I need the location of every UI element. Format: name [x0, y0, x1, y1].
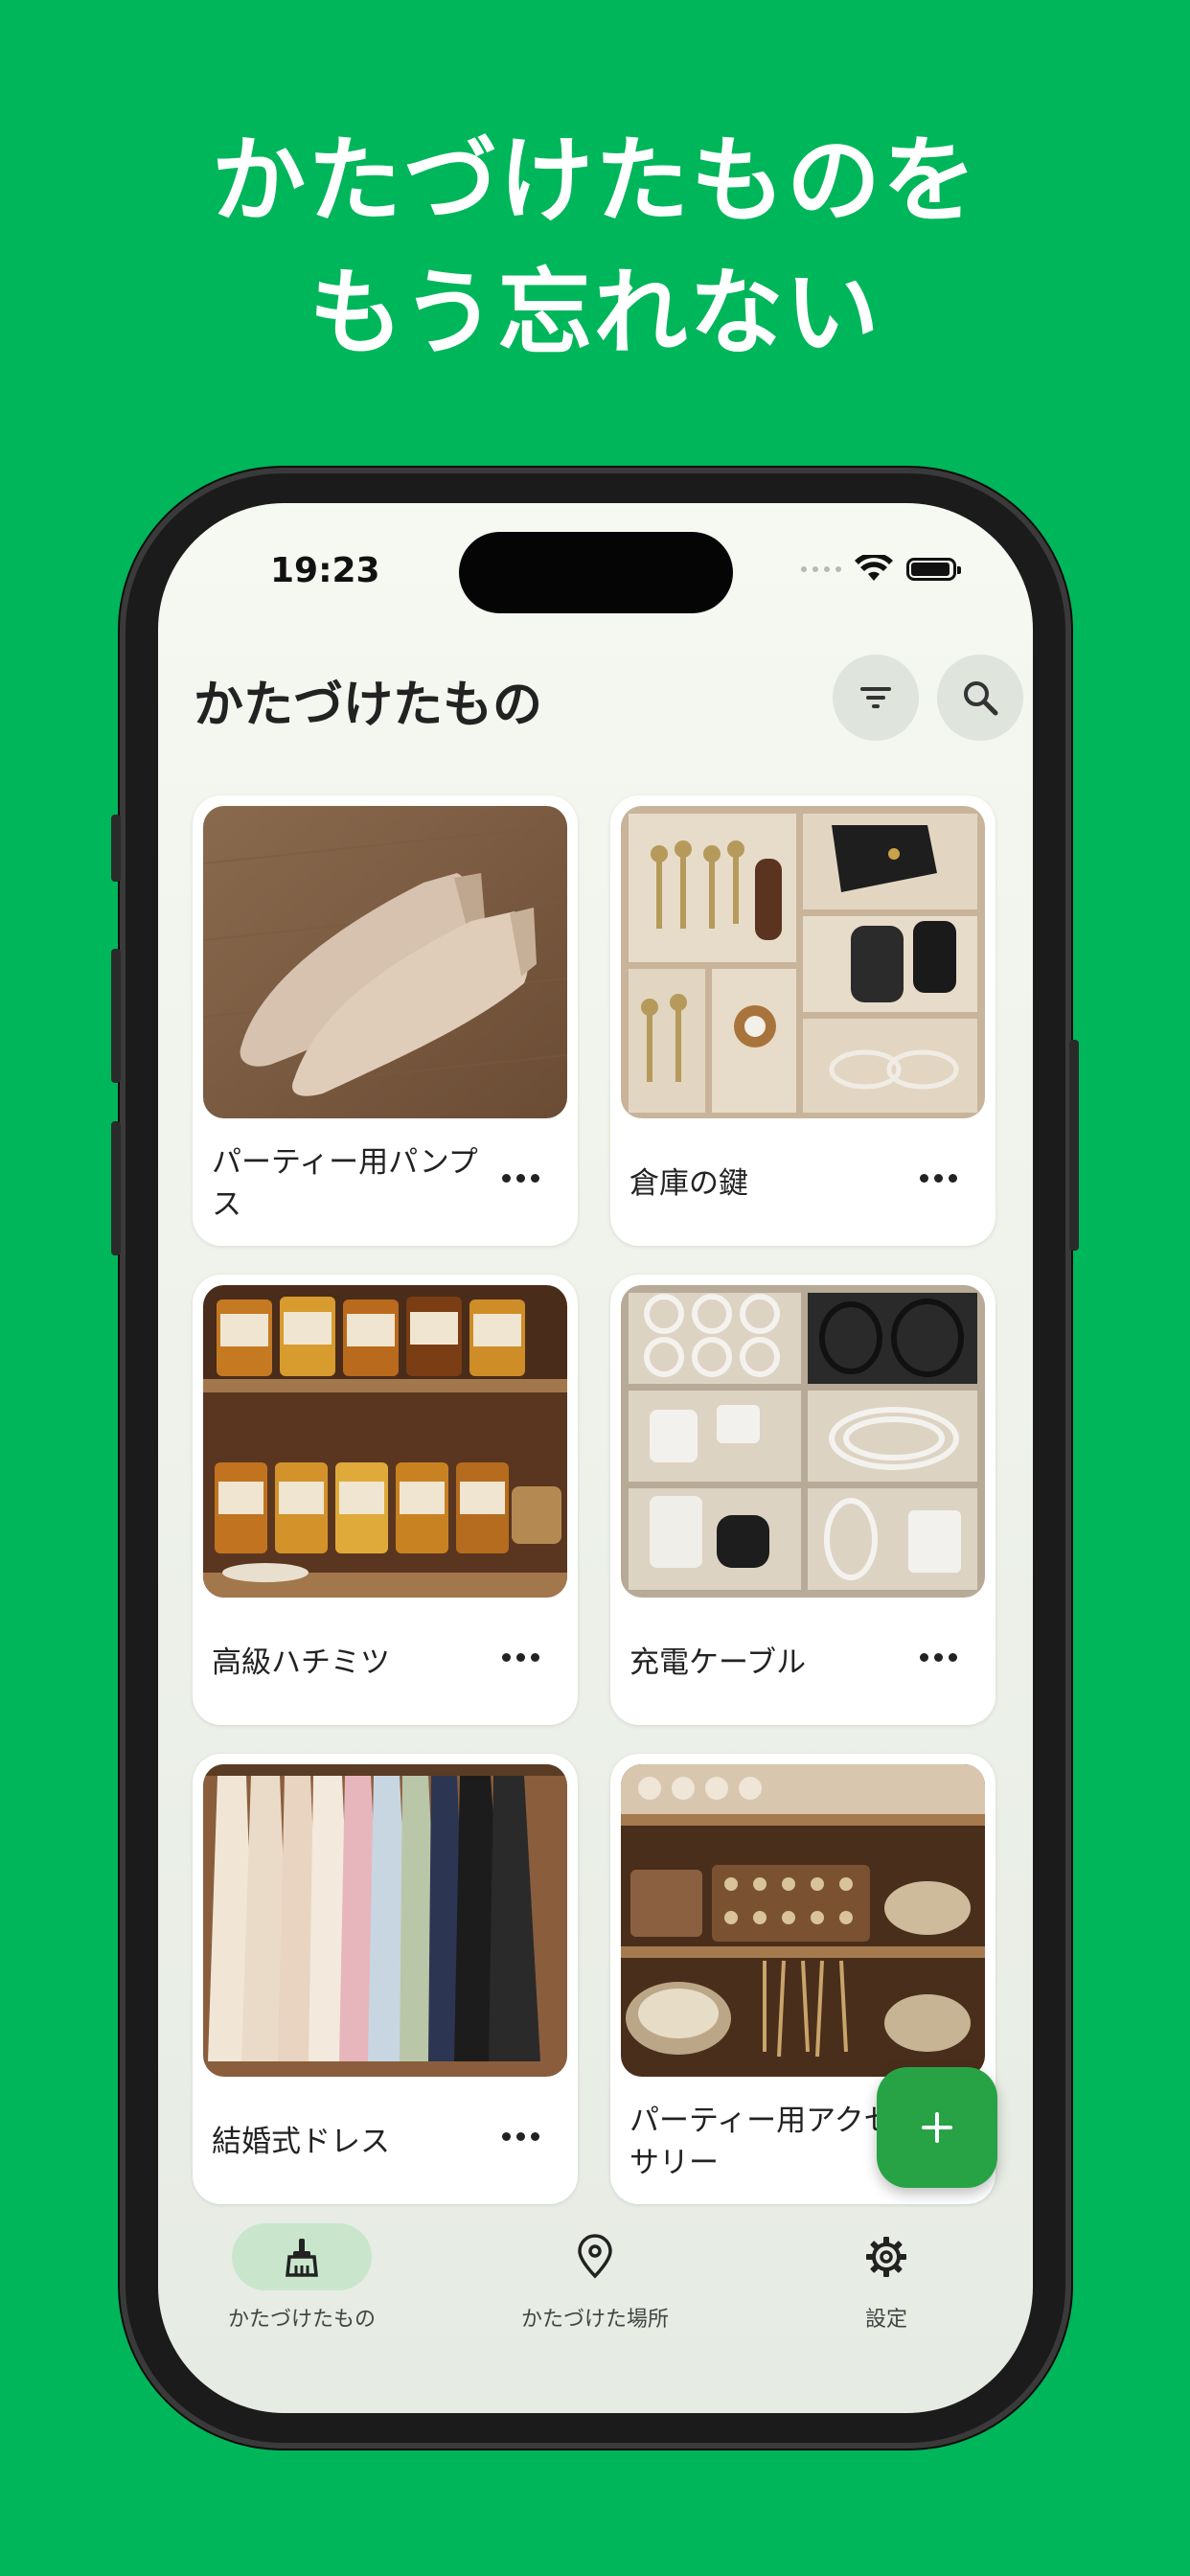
phone-volume-down-button [111, 1121, 121, 1255]
item-photo [203, 1285, 567, 1598]
item-card[interactable]: 充電ケーブル [610, 1275, 995, 1725]
wifi-icon [855, 555, 893, 581]
item-photo [203, 1764, 567, 2077]
more-options-button[interactable] [920, 1653, 957, 1662]
item-name: パーティー用アクセサリー [629, 2104, 894, 2180]
search-button[interactable] [937, 655, 1023, 741]
item-photo [621, 806, 985, 1118]
bottom-tab-bar: かたづけたもの かたづけた場所 設定 [158, 2223, 1033, 2358]
filter-icon [860, 687, 891, 708]
broom-icon [286, 2239, 318, 2277]
phone-volume-up-button [111, 949, 121, 1083]
tab-places-pill [525, 2223, 665, 2290]
more-options-button[interactable] [502, 2132, 539, 2141]
filter-button[interactable] [833, 655, 919, 741]
items-grid: パーティー用パンプス 倉庫の鍵 高級ハチミツ 充電ケーブル 結婚式ドレス パーテ… [193, 795, 999, 2204]
add-item-button[interactable] [877, 2067, 997, 2188]
tab-settings-pill [816, 2223, 956, 2290]
item-photo [621, 1764, 985, 2077]
item-name: 充電ケーブル [629, 1645, 807, 1680]
battery-icon [906, 558, 961, 581]
tab-items[interactable]: かたづけたもの [158, 2223, 446, 2333]
promo-headline-line-1: かたづけたものを [211, 126, 978, 236]
dynamic-island [459, 532, 733, 613]
tab-items-label: かたづけたもの [227, 2308, 376, 2332]
search-icon [964, 681, 998, 716]
tab-settings-label: 設定 [864, 2308, 907, 2332]
location-pin-icon [578, 2234, 612, 2279]
tab-settings[interactable]: 設定 [743, 2223, 1030, 2333]
more-options-button[interactable] [502, 1174, 539, 1183]
more-options-button[interactable] [502, 1653, 539, 1662]
status-icons [801, 555, 961, 584]
promo-headline: かたづけたものを もう忘れない [0, 115, 1190, 380]
phone-mute-switch [111, 815, 121, 882]
signal-dots-icon [801, 566, 841, 572]
item-photo [203, 806, 567, 1118]
item-card[interactable]: 高級ハチミツ [193, 1275, 578, 1725]
item-photo [621, 1285, 985, 1598]
tab-places-label: かたづけた場所 [520, 2308, 669, 2332]
item-name: 高級ハチミツ [212, 1645, 390, 1680]
more-options-button[interactable] [920, 1174, 957, 1183]
item-name: 結婚式ドレス [212, 2125, 390, 2159]
item-card[interactable]: 結婚式ドレス [193, 1754, 578, 2204]
tab-places[interactable]: かたづけた場所 [451, 2223, 739, 2333]
item-name: 倉庫の鍵 [629, 1166, 748, 1201]
promo-headline-line-2: もう忘れない [309, 259, 881, 368]
status-time: 19:23 [270, 551, 380, 590]
item-name: パーティー用パンプス [212, 1145, 478, 1222]
plus-icon [922, 2112, 952, 2143]
status-bar: 19:23 [158, 503, 1033, 637]
phone-screen: 19:23 かたづけたもの パーティー用パンプス 倉庫の鍵 高級ハチミツ 充電ケ… [158, 503, 1033, 2413]
gear-icon [866, 2237, 906, 2277]
item-card[interactable]: 倉庫の鍵 [610, 795, 995, 1246]
page-title: かたづけたもの [194, 677, 543, 734]
phone-power-button [1069, 1040, 1079, 1251]
tab-items-pill [232, 2223, 372, 2290]
item-card[interactable]: パーティー用パンプス [193, 795, 578, 1246]
